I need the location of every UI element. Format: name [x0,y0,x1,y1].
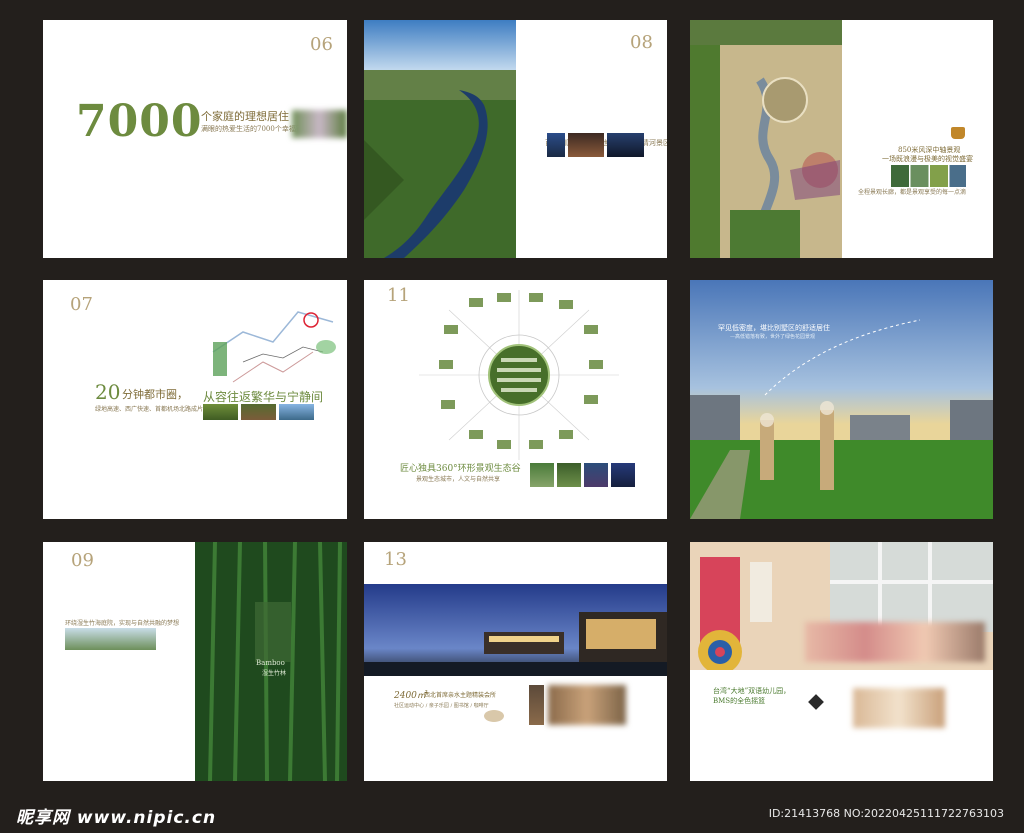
page-08: 08 百里湖区 · 湿生湿地 · 乾隆御 · 清河景区 [364,20,667,258]
headline-number: 20 [95,380,121,404]
headline-2: 从容往返繁华与宁静间 [203,390,324,404]
note: 全程景观长廊，都是景观享受的每一点滴 [858,189,967,196]
thumbnail-1 [203,404,238,420]
blurred-photo [292,110,347,138]
page-landscape-axis: 850米风深中轴景观 一场既浪漫与极美的视觉盛宴 全程景观长廊，都是景观享受的每… [690,20,993,258]
note: 景观生态城市，人文与自然共享 [416,476,501,483]
page-07: 07 20 分钟都市圈， 绿地高速、西广快速、首都机场北路成片区域 从容往返繁华… [43,280,347,519]
blurred-photo [853,688,945,728]
thumbnail-2 [557,463,581,487]
area: 2400㎡ [394,691,426,701]
page-number: 09 [71,550,94,571]
location-map [212,311,336,383]
headline: 个家庭的理想居住 [201,110,289,123]
thumbnail-3 [584,463,608,487]
landscape-plan-rendering [690,20,842,258]
page-number: 08 [630,32,653,53]
graduation-cap-icon [808,694,824,710]
headline: 罕见低密度，堪比别墅区的舒适居住 [718,324,830,332]
page-06: 06 7000 个家庭的理想居住 满眼的热爱生活的7000个幸福家庭 [43,20,347,258]
radial-diagram [419,290,619,460]
headline-number: 7000 [76,96,203,147]
wetland-photo [65,628,156,650]
blurred-photo [548,685,626,725]
note: 绿地高速、西广快速、首都机场北路成片区域 [95,406,216,413]
thumbnail-2 [568,133,604,157]
blurred-children [805,622,985,662]
thumbnail-2 [241,404,276,420]
thumbnail-1 [530,463,554,487]
thumbnail-3 [279,404,314,420]
page-number: 07 [70,294,93,315]
page-09: 09 环绕湿生竹海庭院，实现与自然共融的梦想 Bamboo 湿生竹林 [43,542,347,781]
page-number: 13 [384,549,407,570]
thumbnail-3 [607,133,644,157]
footer-site-logo: 昵享网 www.nipic.cn [16,808,217,828]
page-kindergarten: 台湾“大地”双语幼儿园， BMS的全色摇篮 [690,542,993,781]
logo-chinese: 湿生竹林 [262,670,287,677]
thumbnail-1 [547,133,565,157]
subline: BMS的全色摇篮 [713,697,766,705]
brochure-canvas: { "pages": { "p1": {"number": "06", "hea… [0,0,1024,833]
thumbnail-4 [611,463,635,487]
subtitle: 一场既浪漫与极美的视觉盛宴 [882,155,973,163]
river-aerial-photo [364,20,516,258]
logo-english: Bamboo [256,659,285,667]
clubhouse-night-photo [364,584,667,676]
page-13: 13 2400㎡ 西北首席亲水主题精装会所 社区运动中心 / 亲子乐园 / 图书… [364,542,667,781]
crown-icon [951,127,965,139]
family-lawn-photo [690,280,993,519]
coffee-cup-icon [484,710,504,722]
page-number: 06 [310,34,333,55]
thumb-strip [891,165,966,187]
note: 社区运动中心 / 亲子乐园 / 图书馆 / 咖啡厅 [394,703,489,709]
photo-small [529,685,544,725]
note: —高低错落有致，世外了绿色花园景观 [730,334,816,340]
page-11: 11 匠心独具360°环形景观生态谷 景观生态城市，人文与自然共享 [364,280,667,519]
footer-image-id: ID:21413768 NO:20220425111722763103 [768,807,1004,820]
headline: 台湾“大地”双语幼儿园， [713,687,791,695]
headline: 分钟都市圈， [122,388,188,401]
headline: 匠心独具360°环形景观生态谷 [400,464,521,474]
page-number: 11 [387,285,410,306]
caption: 环绕湿生竹海庭院，实现与自然共融的梦想 [65,620,180,627]
headline: 西北首席亲水主题精装会所 [424,692,497,699]
page-family-lawn: 罕见低密度，堪比别墅区的舒适居住 —高低错落有致，世外了绿色花园景观 [690,280,993,519]
